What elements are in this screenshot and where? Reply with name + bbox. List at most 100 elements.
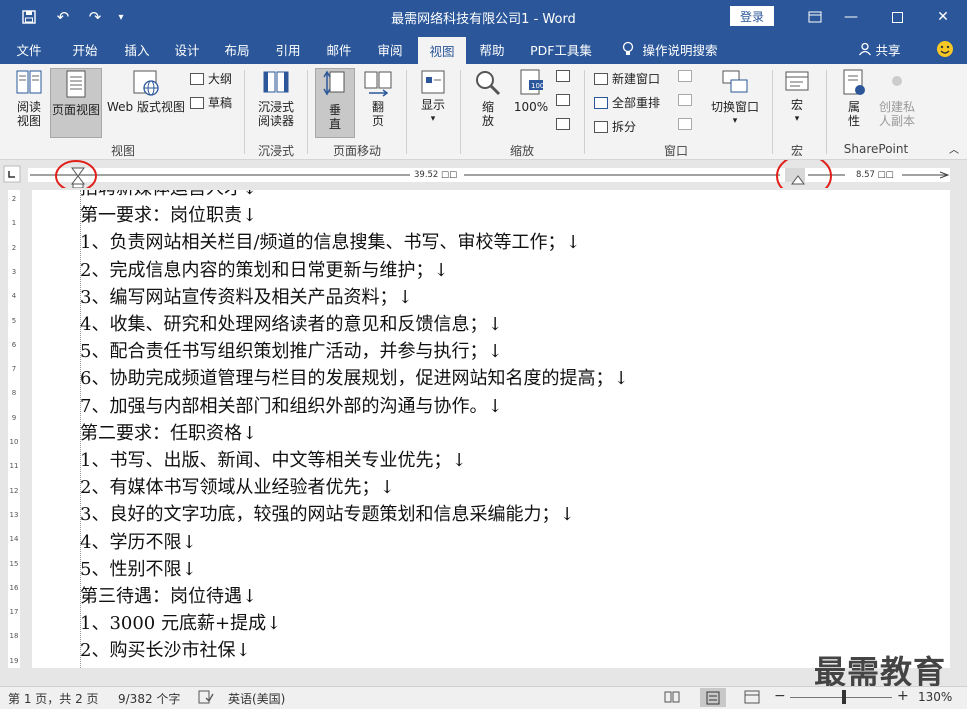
separator [826, 70, 827, 154]
document-paragraph[interactable]: 4、收集、研究和处理网络读者的意见和反馈信息；↓ [80, 310, 503, 336]
side-to-side-button[interactable]: 翻页 [358, 68, 398, 128]
macros-button[interactable]: 宏 ▾ [778, 68, 816, 126]
word-count[interactable]: 9/382 个字 [118, 690, 180, 707]
proofing-icon[interactable] [198, 690, 214, 707]
document-paragraph[interactable]: 6、协助完成频道管理与栏目的发展规划，促进网站知名度的提高；↓ [80, 364, 629, 390]
document-paragraph[interactable]: 4、学历不限↓ [80, 528, 197, 554]
print-layout-button[interactable]: 页面视图 [50, 68, 102, 138]
document-paragraph[interactable]: 5、性别不限↓ [80, 555, 197, 581]
zoom-100-button[interactable]: 100 100% [510, 68, 552, 114]
document-paragraph[interactable]: 5、配合责任书写组织策划推广活动，并参与执行；↓ [80, 337, 503, 363]
document-paragraph[interactable]: 1、负责网站相关栏目/频道的信息搜集、书写、审校等工作；↓ [80, 228, 581, 254]
web-layout-button[interactable]: Web 版式视图 [104, 68, 188, 114]
sync-scrolling-button[interactable] [678, 94, 692, 106]
person-icon[interactable] [854, 34, 876, 64]
document-paragraph[interactable]: 第一要求：岗位职责↓ [80, 201, 257, 227]
maximize-icon[interactable] [874, 0, 920, 34]
ruler-tick-label: 4 [11, 292, 17, 301]
web-layout-label: Web 版式视图 [107, 100, 185, 114]
zoom-out-button[interactable]: − [774, 688, 786, 704]
outline-button[interactable]: 大纲 [190, 70, 232, 87]
redo-icon[interactable]: ↷ [84, 6, 106, 28]
document-paragraph[interactable]: 3、编写网站宣传资料及相关产品资料；↓ [80, 283, 413, 309]
side-to-side-label: 翻页 [371, 100, 384, 128]
smiley-icon[interactable] [934, 34, 956, 64]
ribbon-view: 阅读视图 页面视图 Web 版式视图 大纲 草稿 视图 沉浸式阅读器 沉浸式 垂… [0, 64, 967, 160]
document-paragraph[interactable]: 3、十七休，带薪休假，节假日国家规定政策↓ [80, 664, 449, 669]
language-indicator[interactable]: 英语(美国) [228, 690, 285, 707]
zoom-button[interactable]: 缩放 [466, 68, 510, 128]
group-zoom-label: 缩放 [509, 144, 534, 158]
switch-windows-button[interactable]: 切换窗口 ▾ [704, 68, 766, 128]
tab-insert[interactable]: 插入 [112, 34, 162, 64]
collapse-ribbon-icon[interactable]: ︿ [946, 144, 962, 158]
tab-pdf-tools[interactable]: PDF工具集 [522, 34, 600, 64]
read-mode-status-icon[interactable] [664, 690, 680, 707]
document-paragraph[interactable]: 2、有媒体书写领域从业经验者优先；↓ [80, 473, 395, 499]
group-immersive-label: 沉浸式 [257, 144, 294, 158]
zoom-100-label: 100% [513, 100, 549, 114]
horizontal-ruler[interactable]: 39.52 □□ 8.57 □□ [0, 160, 967, 188]
save-icon[interactable] [18, 6, 40, 28]
page-count[interactable]: 第 1 页，共 2 页 [8, 690, 99, 707]
immersive-reader-button[interactable]: 沉浸式阅读器 [250, 68, 302, 128]
show-button[interactable]: 显示 ▾ [413, 68, 453, 126]
reset-window-button[interactable] [678, 118, 692, 130]
document-paragraph[interactable]: 1、书写、出版、新闻、中文等相关专业优先；↓ [80, 446, 467, 472]
tab-layout[interactable]: 布局 [212, 34, 262, 64]
document-paragraph[interactable]: 3、良好的文字功底，较强的网站专题策划和信息采编能力；↓ [80, 500, 575, 526]
minimize-icon[interactable]: — [828, 0, 874, 34]
close-icon[interactable]: ✕ [920, 0, 966, 34]
customize-qat-icon[interactable]: ▾ [112, 6, 130, 28]
vertical-ruler[interactable]: 2 1 2 3 4 5 6 7 8 9 10 11 12 13 14 15 16 17 18 19 [4, 190, 24, 668]
view-side-by-side-button[interactable] [678, 70, 692, 82]
arrange-all-button[interactable]: 全部重排 [594, 94, 660, 111]
ruler-tick-label: 16 [9, 583, 19, 592]
document-paragraph[interactable]: 2、购买长沙市社保↓ [80, 636, 251, 662]
tell-me-search[interactable]: 操作说明搜索 [640, 34, 720, 64]
document-paragraph[interactable]: 招聘新媒体运营人才↓ [80, 190, 257, 200]
tab-home[interactable]: 开始 [60, 34, 110, 64]
tab-design[interactable]: 设计 [162, 34, 212, 64]
tab-help[interactable]: 帮助 [468, 34, 516, 64]
document-page[interactable]: 招聘新媒体运营人才↓第一要求：岗位职责↓1、负责网站相关栏目/频道的信息搜集、书… [32, 190, 950, 668]
login-button[interactable]: 登录 [730, 6, 774, 26]
ruler-tick-label: 7 [11, 365, 17, 374]
zoom-in-button[interactable]: + [897, 688, 909, 704]
page-width-button[interactable] [556, 118, 570, 130]
zoom-100-icon: 100 [520, 69, 544, 95]
new-window-button[interactable]: 新建窗口 [594, 70, 660, 87]
tab-mailings[interactable]: 邮件 [314, 34, 364, 64]
print-layout-status-icon[interactable] [700, 688, 726, 707]
zoom-percent[interactable]: 130% [918, 690, 952, 704]
tab-references[interactable]: 引用 [263, 34, 313, 64]
read-mode-button[interactable]: 阅读视图 [8, 68, 50, 128]
split-button[interactable]: 拆分 [594, 118, 636, 135]
share-button[interactable]: 共享 [874, 34, 902, 64]
lightbulb-icon [618, 34, 638, 64]
tab-file[interactable]: 文件 [4, 34, 54, 64]
ruler-tick-label: 19 [9, 656, 19, 665]
tab-view[interactable]: 视图 [418, 37, 466, 64]
zoom-slider-thumb[interactable] [842, 690, 847, 704]
properties-button[interactable]: 属性 [832, 68, 876, 128]
draft-button[interactable]: 草稿 [190, 94, 232, 111]
separator [584, 70, 585, 154]
show-label: 显示 [420, 98, 445, 112]
web-layout-status-icon[interactable] [744, 690, 760, 707]
right-indent-measure: 8.57 □□ [856, 170, 894, 180]
group-macros-label: 宏 [790, 144, 803, 158]
private-copy-label: 创建私人副本 [878, 100, 915, 128]
create-private-copy-button[interactable]: 创建私人副本 [874, 68, 920, 128]
zoom-slider[interactable] [790, 697, 892, 698]
tab-review[interactable]: 审阅 [365, 34, 415, 64]
undo-icon[interactable]: ↶ [50, 6, 76, 28]
vertical-button[interactable]: 垂直 [315, 68, 355, 138]
document-paragraph[interactable]: 第二要求：任职资格↓ [80, 419, 257, 445]
multiple-pages-button[interactable] [556, 94, 570, 106]
document-paragraph[interactable]: 2、完成信息内容的策划和日常更新与维护；↓ [80, 256, 449, 282]
document-paragraph[interactable]: 第三待遇：岗位待遇↓ [80, 582, 257, 608]
one-page-button[interactable] [556, 70, 570, 82]
document-paragraph[interactable]: 7、加强与内部相关部门和组织外部的沟通与协作。↓ [80, 392, 503, 418]
document-paragraph[interactable]: 1、3000 元底薪+提成↓ [80, 609, 281, 635]
